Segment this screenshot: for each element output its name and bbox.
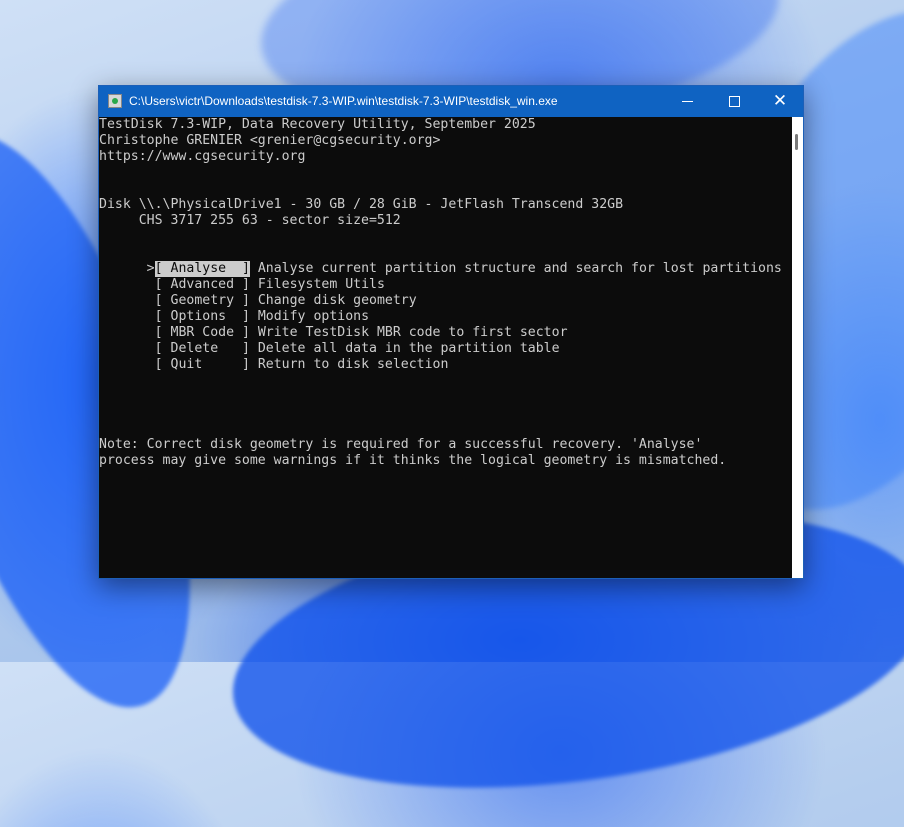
vertical-scrollbar[interactable] bbox=[792, 117, 803, 578]
close-icon: ✕ bbox=[772, 91, 788, 111]
menu-item-advanced[interactable]: [ Advanced ] Filesystem Utils bbox=[99, 261, 385, 292]
menu-item-analyse[interactable]: >[ Analyse ] Analyse current partition s… bbox=[99, 245, 782, 277]
minimize-icon bbox=[682, 101, 693, 102]
disk-chs-line: CHS 3717 255 63 - sector size=512 bbox=[99, 213, 401, 228]
window-title: C:\Users\victr\Downloads\testdisk-7.3-WI… bbox=[129, 94, 558, 108]
menu-item-mbr-code[interactable]: [ MBR Code ] Write TestDisk MBR code to … bbox=[99, 309, 568, 340]
app-icon bbox=[108, 94, 122, 108]
note-line: Note: Correct disk geometry is required … bbox=[99, 437, 703, 452]
close-button[interactable]: ✕ bbox=[757, 86, 803, 117]
menu-item-delete[interactable]: [ Delete ] Delete all data in the partit… bbox=[99, 325, 560, 356]
console-output[interactable]: TestDisk 7.3-WIP, Data Recovery Utility,… bbox=[99, 117, 792, 578]
note-line: process may give some warnings if it thi… bbox=[99, 453, 727, 468]
terminal-window: C:\Users\victr\Downloads\testdisk-7.3-WI… bbox=[98, 85, 804, 579]
maximize-button[interactable] bbox=[711, 86, 757, 117]
menu-description: Return to disk selection bbox=[249, 357, 449, 372]
title-bar[interactable]: C:\Users\victr\Downloads\testdisk-7.3-WI… bbox=[99, 86, 803, 117]
disk-info-line: Disk \\.\PhysicalDrive1 - 30 GB / 28 GiB… bbox=[99, 197, 624, 212]
menu-item-options[interactable]: [ Options ] Modify options bbox=[99, 293, 369, 324]
scrollbar-thumb[interactable] bbox=[795, 134, 798, 150]
quit-button[interactable]: [ Quit ] bbox=[155, 357, 250, 373]
minimize-button[interactable] bbox=[665, 86, 711, 117]
maximize-icon bbox=[729, 96, 740, 107]
header-line: TestDisk 7.3-WIP, Data Recovery Utility,… bbox=[99, 117, 536, 132]
header-line: https://www.cgsecurity.org bbox=[99, 149, 306, 164]
menu-item-quit[interactable]: [ Quit ] Return to disk selection bbox=[99, 341, 449, 372]
header-line: Christophe GRENIER <grenier@cgsecurity.o… bbox=[99, 133, 441, 148]
menu-item-geometry[interactable]: [ Geometry ] Change disk geometry bbox=[99, 277, 417, 308]
